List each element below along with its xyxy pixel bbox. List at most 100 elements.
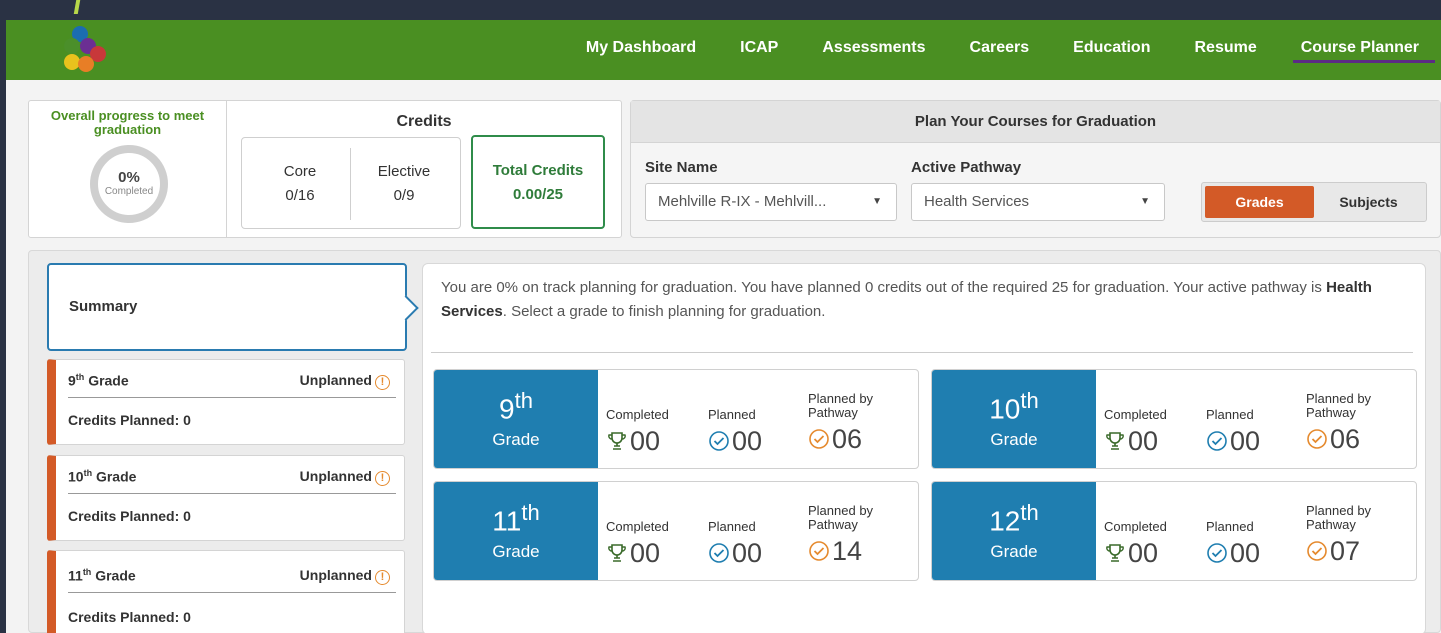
completed-value: 00 <box>1128 538 1159 568</box>
planned-label: Planned <box>708 407 756 422</box>
summary-panel: You are 0% on track planning for graduat… <box>422 263 1426 633</box>
grade-word: Grade <box>990 430 1038 450</box>
nav-education[interactable]: Education <box>1051 20 1172 80</box>
grade-sup: th <box>521 500 540 525</box>
progress-panel: Overall progress to meet graduation 0% C… <box>28 100 622 238</box>
app-frame: My Dashboard ICAP Assessments Careers Ed… <box>0 20 1441 633</box>
grade-card-11[interactable]: 11th Grade Completed 00 Planned 00 Plann… <box>433 481 919 581</box>
site-name-value: Mehlville R-IX - Mehlvill... <box>658 193 827 210</box>
completed-value: 00 <box>630 426 661 456</box>
completed-label: Completed <box>606 519 669 534</box>
pathway-value-row: 06 <box>808 424 898 454</box>
grade-card-10[interactable]: 10th Grade Completed 00 Planned 00 Plann… <box>931 369 1417 469</box>
total-credits: Total Credits 0.00/25 <box>471 135 605 229</box>
grade-word: Grade <box>990 542 1038 562</box>
grade-num: 11 <box>492 505 522 537</box>
pathway-value-row: 06 <box>1306 424 1396 454</box>
planned-value-row: 00 <box>708 426 762 456</box>
grade-card-header: 10th Grade Unplanned! <box>68 468 396 494</box>
trophy-icon <box>1106 432 1124 450</box>
completed-stat: Completed 00 <box>606 519 669 569</box>
pathway-value-row: 07 <box>1306 536 1396 566</box>
pathway-value: 07 <box>1330 536 1361 566</box>
grade-status-label: Unplanned <box>299 468 372 484</box>
grade-tile: 9th Grade <box>434 370 598 468</box>
check-circle-icon <box>1307 429 1327 449</box>
planner-area: Summary 9th Grade Unplanned! Credits Pla… <box>28 250 1441 633</box>
grade-card-12[interactable]: 12th Grade Completed 00 Planned 00 Plann… <box>931 481 1417 581</box>
check-circle-icon <box>809 541 829 561</box>
active-pathway-value: Health Services <box>924 193 1030 210</box>
completed-value-row: 00 <box>1104 538 1167 568</box>
grade-status: Unplanned! <box>300 468 390 486</box>
completed-value-row: 00 <box>1104 426 1167 456</box>
check-circle-icon <box>709 431 729 451</box>
grade-number-large: 10th <box>932 386 1096 424</box>
warning-icon: ! <box>375 570 390 585</box>
pathway-value: 06 <box>1330 424 1361 454</box>
pathway-label: Planned by Pathway <box>808 503 874 532</box>
completed-value-row: 00 <box>606 538 669 568</box>
elective-label: Elective <box>377 163 431 180</box>
grade-status-label: Unplanned <box>299 567 372 583</box>
top-strip <box>0 0 1441 20</box>
planned-stat: Planned 00 <box>1206 407 1260 457</box>
nav-course-planner[interactable]: Course Planner <box>1279 20 1441 80</box>
pathway-label: Planned by Pathway <box>1306 391 1372 420</box>
grade-suffix: th <box>75 372 85 382</box>
planned-value: 00 <box>1230 426 1261 456</box>
pathway-label: Planned by Pathway <box>1306 503 1372 532</box>
planned-value-row: 00 <box>1206 426 1260 456</box>
trophy-icon <box>1106 544 1124 562</box>
planned-label: Planned <box>1206 407 1254 422</box>
chevron-down-icon: ▼ <box>872 196 882 207</box>
subjects-toggle-button[interactable]: Subjects <box>1314 186 1423 218</box>
progress-percent-label: Completed <box>104 186 154 197</box>
sidebar-grade-10[interactable]: 10th Grade Unplanned! Credits Planned: 0 <box>47 455 405 541</box>
summary-tab[interactable]: Summary <box>47 263 407 351</box>
grade-tile: 12th Grade <box>932 482 1096 580</box>
grade-suffix: th <box>83 468 93 478</box>
check-circle-icon <box>709 543 729 563</box>
logo-icon[interactable] <box>58 22 116 78</box>
active-pathway-label: Active Pathway <box>911 159 1022 176</box>
grade-word: Grade <box>492 542 540 562</box>
completed-value-row: 00 <box>606 426 669 456</box>
trophy-icon <box>608 432 626 450</box>
check-circle-icon <box>1207 543 1227 563</box>
active-pathway-select[interactable]: Health Services ▼ <box>911 183 1165 221</box>
progress-percent: 0% <box>118 169 140 186</box>
check-circle-icon <box>809 429 829 449</box>
site-name-select[interactable]: Mehlville R-IX - Mehlvill... ▼ <box>645 183 897 221</box>
grade-card-9[interactable]: 9th Grade Completed 00 Planned 00 Planne… <box>433 369 919 469</box>
sidebar-grade-9[interactable]: 9th Grade Unplanned! Credits Planned: 0 <box>47 359 405 445</box>
credits-planned: Credits Planned: 0 <box>68 609 191 625</box>
pathway-value: 06 <box>832 424 863 454</box>
grade-tile: 11th Grade <box>434 482 598 580</box>
completed-stat: Completed 00 <box>1104 408 1167 457</box>
pathway-value-row: 14 <box>808 536 898 566</box>
summary-message: You are 0% on track planning for graduat… <box>441 276 1401 324</box>
nav-resume[interactable]: Resume <box>1172 20 1278 80</box>
grade-number-large: 12th <box>932 498 1096 536</box>
nav-assessments[interactable]: Assessments <box>800 20 947 80</box>
total-credits-value: 0.00/25 <box>512 186 564 203</box>
sidebar-grade-11[interactable]: 11th Grade Unplanned! Credits Planned: 0 <box>47 550 405 633</box>
core-value: 0/16 <box>285 187 315 204</box>
check-circle-icon <box>1207 431 1227 451</box>
elective-credits: Elective 0/9 <box>354 160 454 208</box>
planned-value-row: 00 <box>1206 538 1260 568</box>
progress-ring: 0% Completed <box>90 145 168 223</box>
nav-icap[interactable]: ICAP <box>718 20 800 80</box>
grade-word: Grade <box>88 372 129 389</box>
nav-careers[interactable]: Careers <box>948 20 1052 80</box>
pathway-stat: Planned by Pathway 06 <box>1306 391 1396 455</box>
grades-toggle-button[interactable]: Grades <box>1205 186 1314 218</box>
grade-sup: th <box>514 388 533 413</box>
credits-title: Credits <box>396 113 452 130</box>
pathway-stat: Planned by Pathway 06 <box>808 392 898 455</box>
completed-stat: Completed 00 <box>606 408 669 457</box>
grade-number-large: 9th <box>434 386 598 424</box>
grade-card-header: 11th Grade Unplanned! <box>68 567 396 593</box>
nav-my-dashboard[interactable]: My Dashboard <box>564 20 718 80</box>
